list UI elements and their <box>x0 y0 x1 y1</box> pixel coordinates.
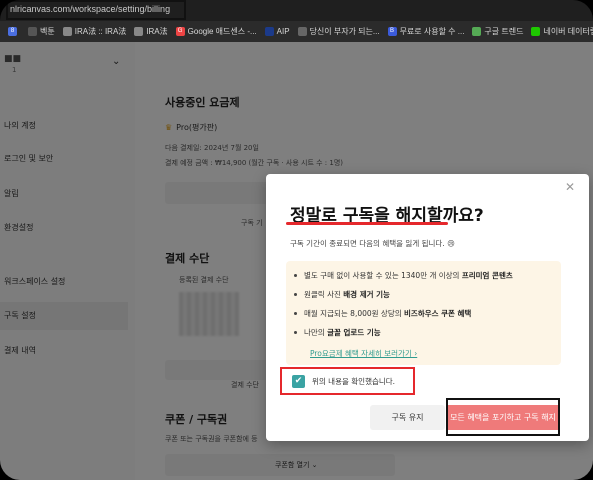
benefits-box: 별도 구매 없이 사용할 수 있는 1340만 개 이상의 프리미엄 콘텐츠 원… <box>286 261 561 365</box>
bookmark-item[interactable]: G Google 애드센스 -... <box>175 26 257 37</box>
bookmark-icon <box>297 27 307 36</box>
benefit-item: 원클릭 사진 배경 제거 기능 <box>294 289 390 300</box>
pro-benefits-link[interactable]: Pro요금제 혜택 자세히 보러가기 › <box>310 348 417 359</box>
check-icon: ✔ <box>294 376 303 386</box>
bookmark-item[interactable]: 8 <box>8 27 20 36</box>
bookmark-label: 당신이 부자가 되는... <box>309 27 380 36</box>
bullet-icon <box>294 292 297 296</box>
benefit-item: 나만의 글꼴 업로드 기능 <box>294 327 381 338</box>
b-icon: B <box>387 27 397 36</box>
confirm-highlight-box: ✔ 위의 내용을 확인했습니다. <box>280 367 415 395</box>
browser-chrome: nlricanvas.com/workspace/setting/billing… <box>0 0 593 42</box>
benefit-highlight: 프리미엄 콘텐츠 <box>461 271 513 280</box>
bookmarks-bar: 8 벡툰 IRA法 :: IRA法 IRA法 G Google 애드센스 -... AIP 당… <box>0 21 593 42</box>
naver-icon <box>531 27 541 36</box>
benefit-item: 매월 지급되는 8,000원 상당의 비즈하우스 쿠폰 혜택 <box>294 308 471 319</box>
avatar-icon: 8 <box>8 27 17 36</box>
bookmark-icon <box>62 27 72 36</box>
cancel-subscription-modal: ✕ 정말로 구독을 해지할까요? 구독 기간이 종료되면 다음의 혜택을 잃게 … <box>266 174 589 441</box>
benefit-item: 별도 구매 없이 사용할 수 있는 1340만 개 이상의 프리미엄 콘텐츠 <box>294 270 513 281</box>
bookmark-label: 벡툰 <box>40 27 55 36</box>
bookmark-icon <box>28 27 37 36</box>
benefit-highlight: 배경 제거 기능 <box>343 290 390 299</box>
bookmark-item[interactable]: AIP <box>264 27 290 36</box>
bookmark-label: IRA法 :: IRA法 <box>74 27 127 36</box>
url-highlight-box <box>6 0 186 20</box>
benefit-text: 나만의 <box>304 328 328 337</box>
bullet-icon <box>294 330 297 334</box>
close-icon[interactable]: ✕ <box>565 180 575 194</box>
trends-icon <box>472 27 482 36</box>
bookmark-item[interactable]: 구글 트렌드 <box>472 26 523 37</box>
benefit-text: 별도 구매 없이 사용할 수 있는 1340만 개 이상의 <box>304 271 462 280</box>
bookmark-label: IRA法 <box>146 27 168 36</box>
bookmark-label: Google 애드센스 -... <box>187 27 257 36</box>
bullet-icon <box>294 311 297 315</box>
aip-icon <box>264 27 274 36</box>
benefit-text: 매월 지급되는 8,000원 상당의 <box>304 309 405 318</box>
bookmark-label: AIP <box>276 27 290 36</box>
bookmark-item[interactable]: IRA法 <box>134 26 168 37</box>
bookmark-label: 구글 트렌드 <box>484 27 524 36</box>
cancel-subscription-button[interactable]: 모든 혜택을 포기하고 구독 해지 <box>448 405 558 430</box>
title-highlight-underline <box>286 222 448 225</box>
benefit-highlight: 글꼴 업로드 기능 <box>327 328 381 337</box>
benefit-highlight: 비즈하우스 쿠폰 혜택 <box>404 309 472 318</box>
bookmark-item[interactable]: 당신이 부자가 되는... <box>297 26 380 37</box>
bookmark-label: 네이버 데이터랩 <box>543 27 593 36</box>
bullet-icon <box>294 273 297 277</box>
bookmark-label: 무료로 사용할 수 ... <box>399 27 465 36</box>
google-icon: G <box>175 27 185 36</box>
keep-subscription-button[interactable]: 구독 유지 <box>370 405 445 430</box>
modal-description: 구독 기간이 종료되면 다음의 혜택을 잃게 됩니다. 😢 <box>290 239 455 248</box>
confirm-checkbox[interactable]: ✔ <box>292 375 305 388</box>
benefit-text: 원클릭 사진 <box>304 290 344 299</box>
bookmark-item[interactable]: B 무료로 사용할 수 ... <box>387 26 465 37</box>
confirm-label[interactable]: 위의 내용을 확인했습니다. <box>312 376 395 387</box>
cancel-button-highlight-box: 모든 혜택을 포기하고 구독 해지 <box>446 398 560 436</box>
bookmark-item[interactable]: 벡툰 <box>28 26 55 37</box>
bookmark-icon <box>134 27 144 36</box>
bookmark-item[interactable]: 네이버 데이터랩 <box>531 26 593 37</box>
bookmark-item[interactable]: IRA法 :: IRA法 <box>62 26 127 37</box>
